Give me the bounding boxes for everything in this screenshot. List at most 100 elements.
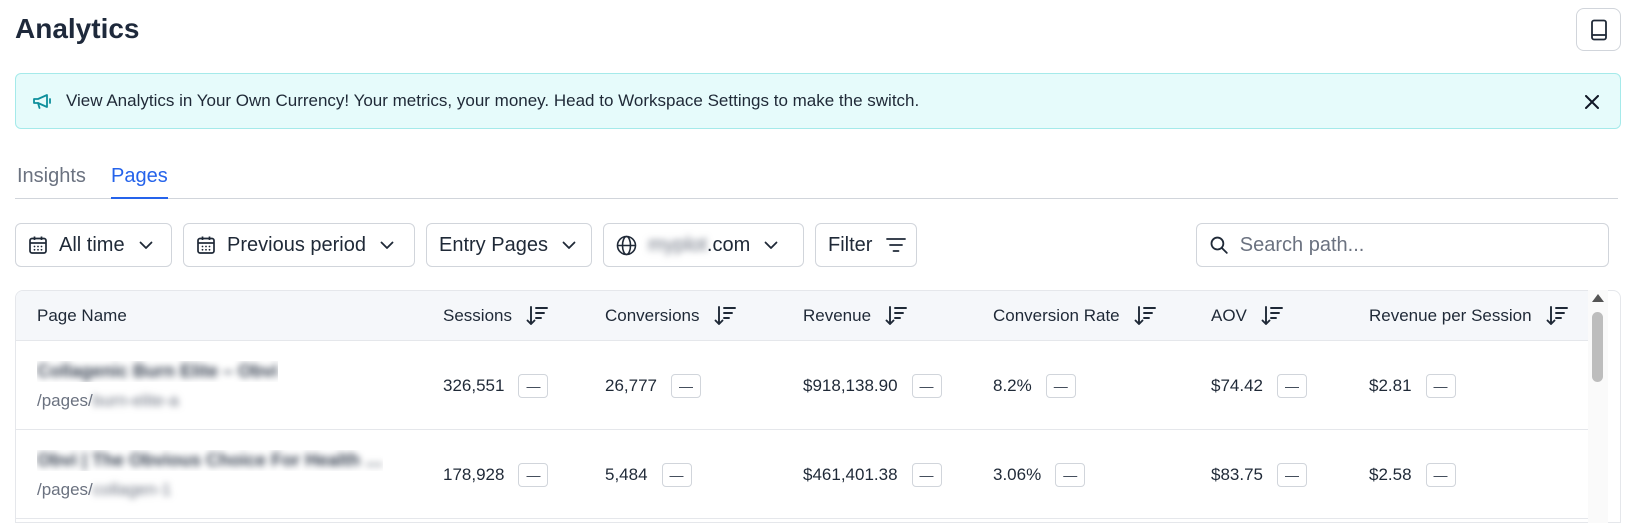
search-box xyxy=(1196,223,1609,267)
scroll-up-arrow-icon[interactable] xyxy=(1592,294,1604,302)
conversions-value: 5,484 xyxy=(605,465,648,484)
tab-pages[interactable]: Pages xyxy=(111,165,168,199)
table-header: Page Name Sessions Conversions Revenue C… xyxy=(16,291,1600,341)
column-header-revenue-per-session: Revenue per Session xyxy=(1369,306,1568,326)
date-range-label: All time xyxy=(59,233,125,256)
change-badge: — xyxy=(671,374,701,398)
domain-label: myplot.com xyxy=(648,234,750,257)
sessions-value: 326,551 xyxy=(443,376,505,395)
page-name-text: Collagenic Burn Elite – Obvi xyxy=(37,361,279,381)
page-name-text: Obvi | The Obvious Choice For Health … xyxy=(37,450,384,470)
domain-dropdown[interactable]: myplot.com xyxy=(603,223,804,267)
column-header-conversions: Conversions xyxy=(605,306,736,326)
page-name: Collagenic Burn Elite – Obvi xyxy=(37,361,278,382)
search-icon xyxy=(1210,236,1228,254)
sort-descending-icon[interactable] xyxy=(885,306,908,326)
page-type-label: Entry Pages xyxy=(439,233,548,256)
sort-descending-icon[interactable] xyxy=(1261,306,1283,326)
change-badge: — xyxy=(1277,463,1307,487)
column-label: Page Name xyxy=(37,306,127,325)
column-label: Revenue xyxy=(803,306,872,325)
megaphone-icon xyxy=(33,94,51,109)
change-badge: — xyxy=(1055,463,1086,487)
revenue-value: $918,138.90 xyxy=(803,376,898,395)
search-input[interactable] xyxy=(1239,233,1596,257)
aov-value: $83.75 xyxy=(1211,465,1263,484)
aov-cell: $83.75 — xyxy=(1211,463,1307,487)
date-range-dropdown[interactable]: All time xyxy=(15,223,172,267)
filter-button[interactable]: Filter xyxy=(815,223,917,267)
page-path-slug: burn-elite-a xyxy=(92,391,179,410)
page-title: Analytics xyxy=(15,13,140,44)
docs-button[interactable] xyxy=(1576,8,1621,51)
close-banner-button[interactable] xyxy=(1580,90,1604,114)
sort-descending-icon[interactable] xyxy=(1134,306,1156,326)
revenue-per-session-value: $2.81 xyxy=(1369,376,1412,395)
page-name: Obvi | The Obvious Choice For Health … xyxy=(37,450,383,471)
filter-label: Filter xyxy=(828,233,873,256)
change-badge: — xyxy=(911,463,942,487)
globe-icon xyxy=(616,235,637,255)
column-header-revenue: Revenue xyxy=(803,306,908,326)
change-badge: — xyxy=(1045,374,1076,398)
pages-table: Page Name Sessions Conversions Revenue C… xyxy=(15,290,1621,523)
sessions-cell: 178,928 — xyxy=(443,463,549,487)
sort-descending-icon[interactable] xyxy=(526,306,548,326)
scrollbar-thumb[interactable] xyxy=(1592,312,1603,382)
comparison-dropdown[interactable]: Previous period xyxy=(183,223,415,267)
conversion-rate-cell: 3.06% — xyxy=(993,463,1086,487)
column-header-page-name: Page Name xyxy=(37,306,127,326)
calendar-icon xyxy=(197,236,215,254)
page-path: /pages/collagen-1 xyxy=(37,480,171,500)
column-header-conversion-rate: Conversion Rate xyxy=(993,306,1156,326)
revenue-cell: $918,138.90 — xyxy=(803,374,942,398)
change-badge: — xyxy=(1425,374,1456,398)
currency-banner: View Analytics in Your Own Currency! You… xyxy=(15,73,1621,129)
sessions-cell: 326,551 — xyxy=(443,374,549,398)
column-label: Conversion Rate xyxy=(993,306,1120,325)
page-type-dropdown[interactable]: Entry Pages xyxy=(426,223,592,267)
chevron-down-icon xyxy=(562,241,576,250)
tab-bar: Insights Pages xyxy=(15,160,1618,199)
sort-descending-icon[interactable] xyxy=(714,306,736,326)
conversion-rate-value: 3.06% xyxy=(993,465,1042,484)
aov-value: $74.42 xyxy=(1211,376,1263,395)
change-badge: — xyxy=(518,463,549,487)
table-row[interactable]: Obvi | The Obvious Choice For Health … /… xyxy=(16,430,1600,519)
column-header-sessions: Sessions xyxy=(443,306,548,326)
column-label: AOV xyxy=(1211,306,1247,325)
page-path: /pages/burn-elite-a xyxy=(37,391,179,411)
column-label: Conversions xyxy=(605,306,700,325)
filter-icon xyxy=(886,237,907,253)
chevron-down-icon xyxy=(764,241,778,250)
conversions-value: 26,777 xyxy=(605,376,657,395)
change-badge: — xyxy=(1277,374,1307,398)
comparison-label: Previous period xyxy=(227,233,366,256)
page-path-slug: collagen-1 xyxy=(92,480,172,499)
page-path-prefix: /pages/ xyxy=(37,480,93,499)
domain-blurred-text: myplot xyxy=(648,233,707,256)
conversion-rate-value: 8.2% xyxy=(993,376,1032,395)
conversion-rate-cell: 8.2% — xyxy=(993,374,1076,398)
conversions-cell: 5,484 — xyxy=(605,463,692,487)
chevron-down-icon xyxy=(139,241,153,250)
revenue-value: $461,401.38 xyxy=(803,465,898,484)
sort-descending-icon[interactable] xyxy=(1546,306,1568,326)
chevron-down-icon xyxy=(380,241,394,250)
tab-insights[interactable]: Insights xyxy=(17,165,86,197)
conversions-cell: 26,777 — xyxy=(605,374,701,398)
change-badge: — xyxy=(1425,463,1456,487)
revenue-per-session-cell: $2.81 — xyxy=(1369,374,1456,398)
column-label: Sessions xyxy=(443,306,512,325)
table-row[interactable]: Collagenic Burn Elite – Obvi /pages/burn… xyxy=(16,341,1600,430)
table-scrollbar[interactable] xyxy=(1588,290,1608,523)
page-path-prefix: /pages/ xyxy=(37,391,93,410)
domain-suffix: .com xyxy=(706,233,751,256)
column-label: Revenue per Session xyxy=(1369,306,1532,325)
revenue-cell: $461,401.38 — xyxy=(803,463,942,487)
revenue-per-session-value: $2.58 xyxy=(1369,465,1412,484)
aov-cell: $74.42 — xyxy=(1211,374,1307,398)
banner-text: View Analytics in Your Own Currency! You… xyxy=(66,91,920,110)
close-icon xyxy=(1585,95,1599,109)
column-header-aov: AOV xyxy=(1211,306,1283,326)
